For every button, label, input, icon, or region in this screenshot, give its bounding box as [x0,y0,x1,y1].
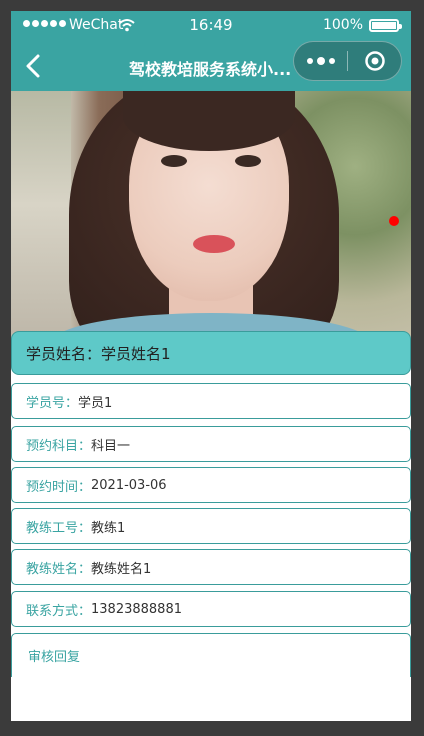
field-value: 学员1 [78,395,113,411]
photo-lips [193,235,235,253]
field-value: 2021-03-06 [91,477,167,493]
field-row-subject: 预约科目： 科目一 [11,426,411,462]
field-value: 教练姓名1 [91,561,152,577]
photo-eye [161,155,187,167]
field-label: 教练工号： [26,520,92,536]
review-reply-button[interactable]: 审核回复 [11,633,411,677]
field-value: 教练1 [91,520,126,536]
field-label: 联系方式： [26,603,92,619]
field-row-contact: 联系方式： 13823888881 [11,591,411,627]
phone-screen: WeChat 16:49 100% 驾校教培服务系统小... 学员姓名： 学员姓… [11,11,411,721]
student-name-label: 学员姓名： [26,344,102,363]
field-value: 科目一 [91,438,131,454]
red-dot-indicator [389,216,399,226]
battery-icon [369,19,402,32]
status-bar: WeChat 16:49 100% [11,11,411,41]
field-row-booking-time: 预约时间： 2021-03-06 [11,467,411,503]
mini-program-capsule [293,41,402,81]
field-label: 学员号： [26,395,79,411]
nav-bar: 驾校教培服务系统小... [11,41,411,91]
field-label: 教练姓名： [26,561,92,577]
field-label: 预约时间： [26,479,92,495]
page-title: 驾校教培服务系统小... [129,60,291,79]
student-name-bar: 学员姓名： 学员姓名1 [11,331,411,375]
more-dots-icon[interactable] [294,42,347,80]
field-row-student-id: 学员号： 学员1 [11,383,411,419]
field-row-coach-id: 教练工号： 教练1 [11,508,411,544]
student-name-value: 学员姓名1 [101,344,171,363]
target-circle-icon[interactable] [348,42,401,80]
photo-eye [235,155,261,167]
field-label: 预约科目： [26,438,92,454]
field-value: 13823888881 [91,601,182,617]
page-bottom [11,677,411,721]
student-photo [11,91,411,343]
battery-percent: 100% [322,17,363,33]
chevron-left-icon[interactable] [19,51,49,81]
field-row-coach-name: 教练姓名： 教练姓名1 [11,549,411,585]
photo-background-path [11,91,71,343]
